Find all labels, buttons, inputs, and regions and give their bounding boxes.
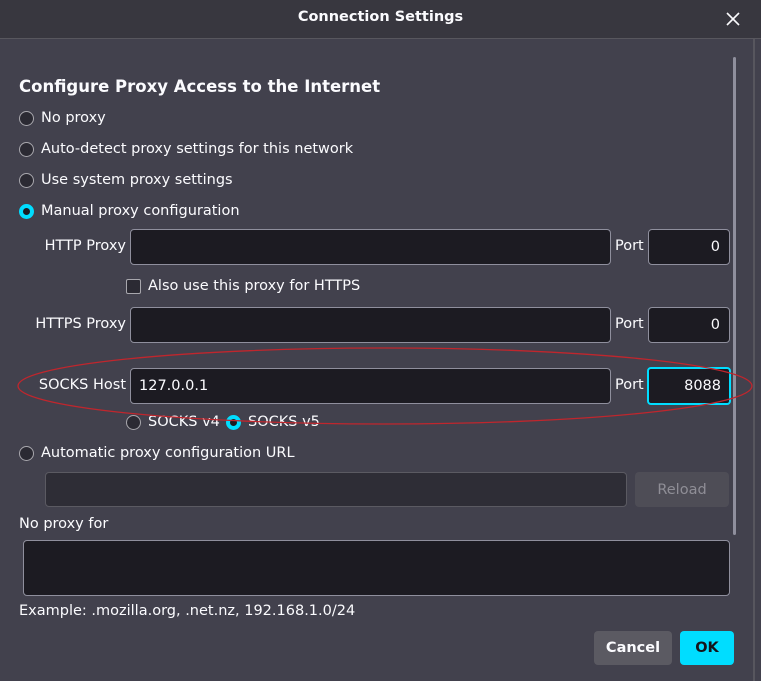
radio-indicator[interactable] xyxy=(126,414,141,430)
https-port-label: Port xyxy=(615,316,644,332)
socks-port-input[interactable] xyxy=(647,367,731,405)
socks-port-label: Port xyxy=(615,377,644,393)
socks-host-input[interactable] xyxy=(130,368,611,404)
radio-label: No proxy xyxy=(41,110,106,126)
https-proxy-input[interactable] xyxy=(130,307,611,343)
ok-button[interactable]: OK xyxy=(680,631,734,665)
scrollbar-thumb[interactable] xyxy=(733,57,736,535)
radio-socks-v5[interactable]: SOCKS v5 xyxy=(226,411,320,433)
radio-label: Auto-detect proxy settings for this netw… xyxy=(41,141,354,157)
radio-indicator-selected[interactable] xyxy=(19,203,34,219)
radio-auto-detect[interactable]: Auto-detect proxy settings for this netw… xyxy=(19,138,353,160)
checkbox-indicator[interactable] xyxy=(126,278,141,294)
https-port-input[interactable] xyxy=(648,307,730,343)
close-icon[interactable] xyxy=(722,8,744,30)
radio-indicator[interactable] xyxy=(19,110,34,126)
radio-label: Automatic proxy configuration URL xyxy=(41,445,295,461)
radio-pac-url[interactable]: Automatic proxy configuration URL xyxy=(19,442,295,464)
radio-label: Manual proxy configuration xyxy=(41,203,240,219)
https-proxy-label: HTTPS Proxy xyxy=(35,316,126,332)
http-proxy-input[interactable] xyxy=(130,229,611,265)
radio-no-proxy[interactable]: No proxy xyxy=(19,107,106,129)
reload-button[interactable]: Reload xyxy=(635,472,729,507)
radio-system-proxy[interactable]: Use system proxy settings xyxy=(19,169,233,191)
radio-manual-proxy[interactable]: Manual proxy configuration xyxy=(19,200,240,222)
section-heading: Configure Proxy Access to the Internet xyxy=(19,77,381,96)
checkbox-label: Also use this proxy for HTTPS xyxy=(148,278,361,294)
also-https-checkbox[interactable]: Also use this proxy for HTTPS xyxy=(126,275,360,297)
radio-indicator[interactable] xyxy=(19,445,34,461)
radio-indicator[interactable] xyxy=(19,172,34,188)
socks-host-label: SOCKS Host xyxy=(38,377,126,393)
radio-socks-v4[interactable]: SOCKS v4 xyxy=(126,411,220,433)
radio-label: SOCKS v5 xyxy=(248,414,320,430)
cancel-button[interactable]: Cancel xyxy=(594,631,672,665)
http-port-input[interactable] xyxy=(648,229,730,265)
no-proxy-for-textarea[interactable] xyxy=(23,540,730,596)
radio-indicator-selected[interactable] xyxy=(226,414,241,430)
http-proxy-label: HTTP Proxy xyxy=(44,238,126,254)
dialog-titlebar: Connection Settings xyxy=(0,0,761,39)
radio-indicator[interactable] xyxy=(19,141,34,157)
dialog-title: Connection Settings xyxy=(297,9,464,25)
radio-label: Use system proxy settings xyxy=(41,172,233,188)
no-proxy-example: Example: .mozilla.org, .net.nz, 192.168.… xyxy=(19,603,356,619)
pac-url-input[interactable] xyxy=(45,472,627,507)
no-proxy-for-label: No proxy for xyxy=(19,516,109,532)
radio-label: SOCKS v4 xyxy=(148,414,220,430)
http-port-label: Port xyxy=(615,238,644,254)
scrollbar-track[interactable] xyxy=(753,39,755,681)
